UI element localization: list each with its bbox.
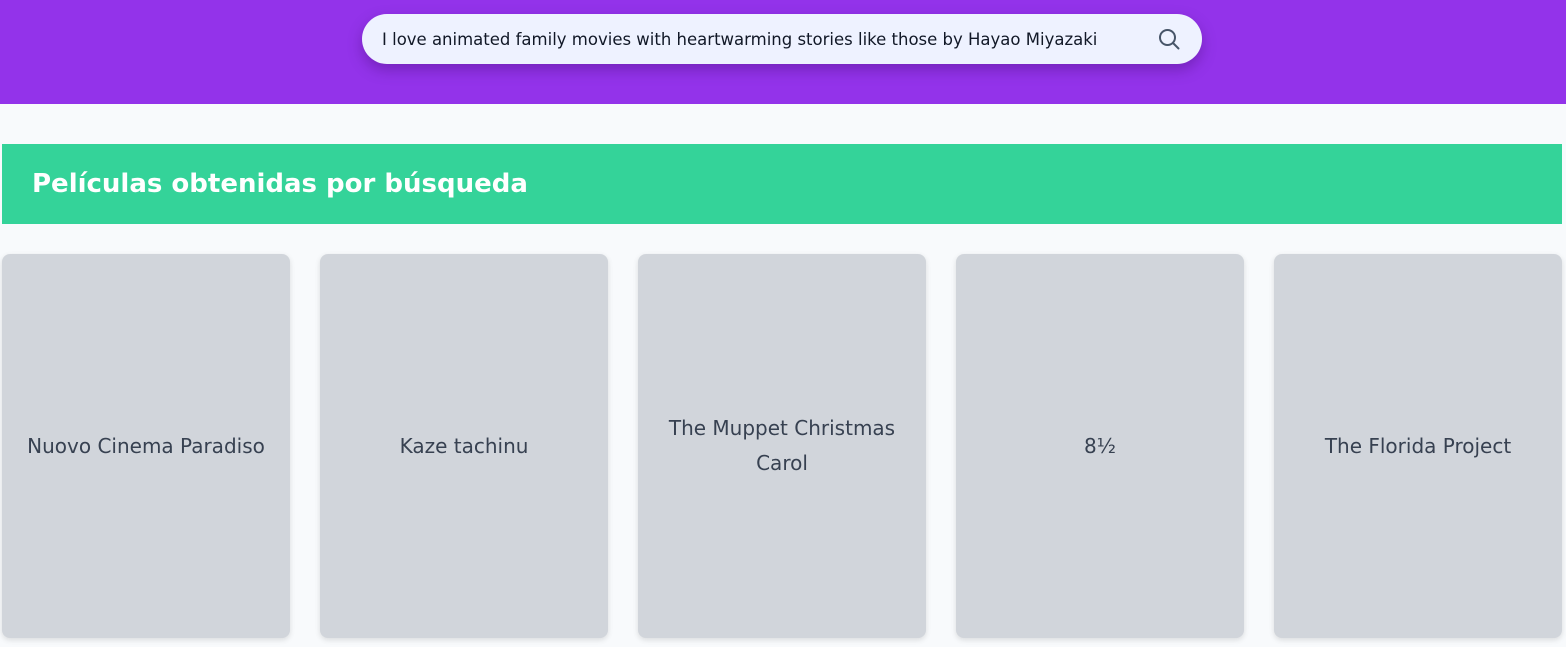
movie-title: The Muppet Christmas Carol xyxy=(668,416,896,475)
movie-card[interactable]: 8½ xyxy=(956,254,1244,638)
top-header xyxy=(0,0,1566,104)
section-title: Películas obtenidas por búsqueda xyxy=(32,169,528,199)
search-input[interactable] xyxy=(382,14,1152,64)
movie-title: The Florida Project xyxy=(1324,433,1512,458)
movie-card[interactable]: Nuovo Cinema Paradiso xyxy=(2,254,290,638)
search-bar xyxy=(362,14,1202,64)
movie-title: 8½ xyxy=(1083,433,1117,458)
movie-card[interactable]: Kaze tachinu xyxy=(320,254,608,638)
movie-card[interactable]: The Muppet Christmas Carol xyxy=(638,254,926,638)
movie-title: Kaze tachinu xyxy=(399,433,529,458)
results-section-header: Películas obtenidas por búsqueda xyxy=(2,144,1562,224)
movie-title: Nuovo Cinema Paradiso xyxy=(27,433,265,458)
movie-card[interactable]: The Florida Project xyxy=(1274,254,1562,638)
movie-card-list: Nuovo Cinema Paradiso Kaze tachinu The M… xyxy=(2,254,1562,638)
search-icon xyxy=(1159,29,1180,50)
search-button[interactable] xyxy=(1156,26,1182,52)
